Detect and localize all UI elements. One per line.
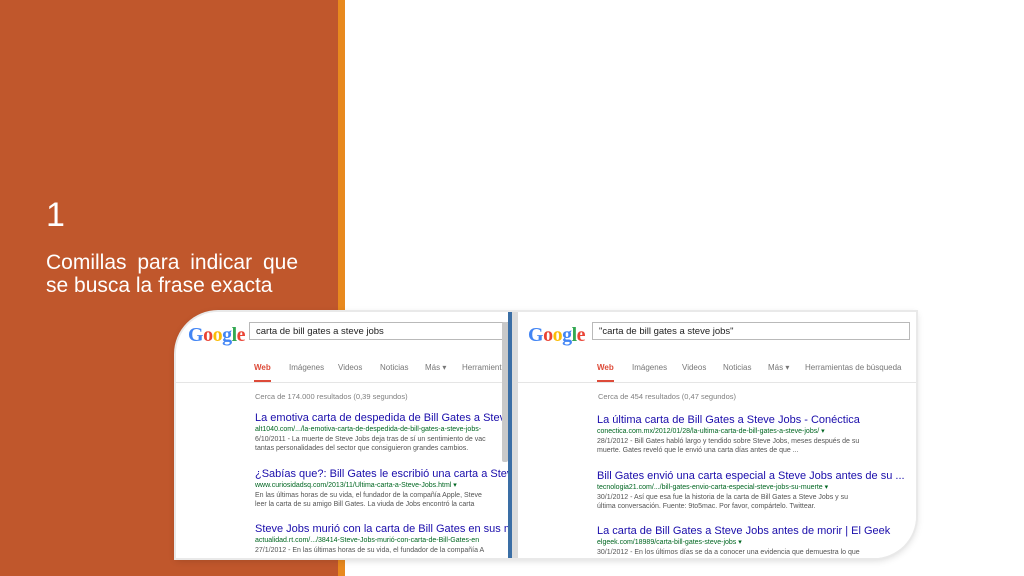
result-snippet: 27/1/2012 - En las últimas horas de su v… (255, 547, 485, 554)
slide-number: 1 (46, 196, 65, 234)
window-divider (508, 312, 518, 558)
search-input-right[interactable]: "carta de bill gates a steve jobs" (592, 322, 910, 340)
result-title[interactable]: La última carta de Bill Gates a Steve Jo… (597, 414, 860, 427)
result-snippet: última conversación. Fuente: 9to5mac. Po… (597, 503, 816, 510)
result-title[interactable]: La emotiva carta de despedida de Bill Ga… (255, 412, 508, 425)
list-item: Steve Jobs murió con la carta de Bill Ga… (255, 523, 508, 555)
google-logo-left: Google (188, 324, 246, 346)
list-item: ¿Sabías que?: Bill Gates le escribió una… (255, 468, 508, 509)
window-edge (508, 312, 512, 558)
slide-text: Comillas para indicar que se busca la fr… (46, 251, 298, 297)
result-snippet: 6/10/2011 - La muerte de Steve Jobs deja… (255, 436, 486, 443)
result-url[interactable]: elgeek.com/18989/carta-bill-gates-steve-… (597, 538, 890, 548)
result-stats-left: Cerca de 174.000 resultados (0,39 segund… (255, 392, 408, 401)
result-title[interactable]: La carta de Bill Gates a Steve Jobs ante… (597, 525, 890, 538)
tab-images-right[interactable]: Imágenes (632, 363, 667, 372)
tab-images-left[interactable]: Imágenes (289, 363, 324, 372)
tab-web-right[interactable]: Web (597, 363, 614, 382)
result-url[interactable]: conectica.com.mx/2012/01/28/la-ultima-ca… (597, 427, 860, 437)
result-url[interactable]: tecnologia21.com/.../bill-gates-envio-ca… (597, 483, 905, 493)
result-snippet: 28/1/2012 - Bill Gates habló largo y ten… (597, 438, 860, 445)
tab-tools-left[interactable]: Herramient (462, 363, 502, 372)
tab-more-right[interactable]: Más ▾ (768, 363, 789, 372)
google-logo-right: Google (528, 324, 586, 346)
screenshot-frame: Google carta de bill gates a steve jobs … (176, 312, 916, 558)
result-title[interactable]: ¿Sabías que?: Bill Gates le escribió una… (255, 468, 508, 481)
list-item: La carta de Bill Gates a Steve Jobs ante… (597, 525, 890, 557)
right-browser: Google "carta de bill gates a steve jobs… (518, 312, 916, 558)
result-url[interactable]: www.curiosidadsq.com/2013/11/Ultima-cart… (255, 481, 508, 491)
tab-videos-left[interactable]: Videos (338, 363, 362, 372)
tabs-left: Web Imágenes Videos Noticias Más ▾ Herra… (176, 360, 508, 383)
tab-videos-right[interactable]: Videos (682, 363, 706, 372)
tab-news-right[interactable]: Noticias (723, 363, 751, 372)
tab-more-left[interactable]: Más ▾ (425, 363, 446, 372)
list-item: La emotiva carta de despedida de Bill Ga… (255, 412, 508, 453)
list-item: Bill Gates envió una carta especial a St… (597, 470, 905, 511)
result-snippet: tantas personalidades del sector que con… (255, 445, 469, 452)
result-snippet: muerte. Gates reveló que le envió una ca… (597, 447, 799, 454)
search-input-left[interactable]: carta de bill gates a steve jobs (249, 322, 508, 340)
result-url[interactable]: actualidad.rt.com/.../38414-Steve-Jobs-m… (255, 536, 508, 546)
tab-web-left[interactable]: Web (254, 363, 271, 382)
result-snippet: leer la carta de su amigo Bill Gates. La… (255, 501, 475, 508)
result-url[interactable]: alt1040.com/.../la-emotiva-carta-de-desp… (255, 425, 508, 435)
result-snippet: En las últimas horas de su vida, el fund… (255, 492, 482, 499)
tabs-right: Web Imágenes Videos Noticias Más ▾ Herra… (518, 360, 916, 383)
left-browser: Google carta de bill gates a steve jobs … (176, 312, 508, 558)
result-title[interactable]: Steve Jobs murió con la carta de Bill Ga… (255, 523, 508, 536)
list-item: La última carta de Bill Gates a Steve Jo… (597, 414, 860, 455)
tab-tools-right[interactable]: Herramientas de búsqueda (805, 363, 902, 372)
result-snippet: 30/1/2012 - En los últimos días se da a … (597, 549, 860, 556)
tab-news-left[interactable]: Noticias (380, 363, 408, 372)
result-title[interactable]: Bill Gates envió una carta especial a St… (597, 470, 905, 483)
result-snippet: 30/1/2012 - Así que esa fue la historia … (597, 494, 848, 501)
result-stats-right: Cerca de 454 resultados (0,47 segundos) (598, 392, 737, 401)
